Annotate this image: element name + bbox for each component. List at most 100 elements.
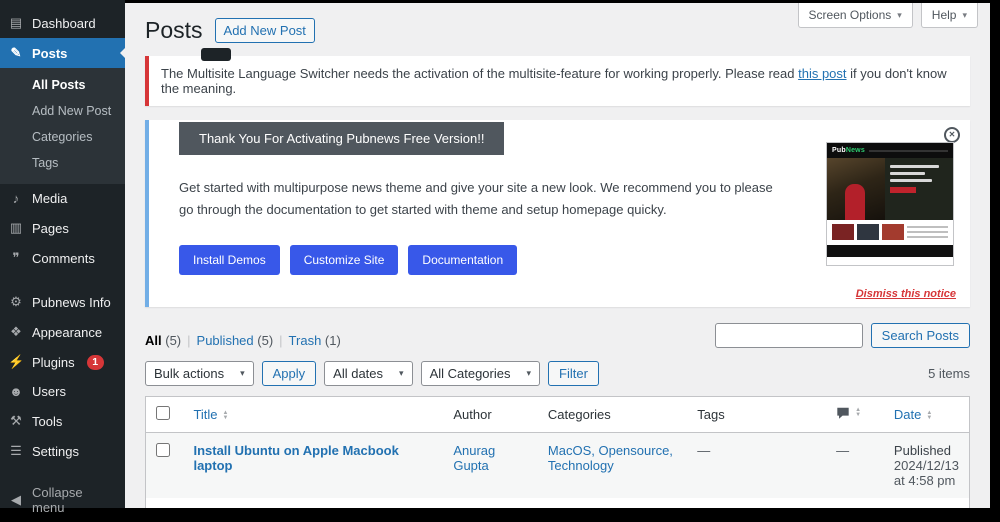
sidebar-item-label: Posts	[32, 45, 68, 61]
sidebar-item-plugins[interactable]: ⚡ Plugins 1	[0, 347, 125, 377]
filter-trash[interactable]: Trash (1)	[289, 333, 341, 348]
column-header-tags: Tags	[687, 396, 827, 434]
multisite-notice: The Multisite Language Switcher needs th…	[145, 56, 970, 106]
admin-sidebar: ▤ Dashboard ✎ Posts All Posts Add New Po…	[0, 0, 125, 515]
submenu-item-tags[interactable]: Tags	[0, 150, 125, 176]
preview-nav	[868, 149, 948, 152]
appearance-icon: ❖	[10, 324, 22, 339]
close-icon[interactable]: ✕	[944, 127, 960, 143]
page-title: Posts	[145, 17, 203, 43]
sidebar-item-settings[interactable]: ☰ Settings	[0, 436, 125, 466]
column-header-date[interactable]: Date ▲ ▼	[883, 396, 970, 434]
help-button[interactable]: Help ▾	[920, 3, 978, 28]
posts-icon: ✎	[10, 45, 22, 60]
filter-separator: |	[187, 333, 191, 349]
filter-button[interactable]: Filter	[548, 361, 599, 387]
preview-hero	[827, 158, 953, 220]
tools-icon: ⚒	[10, 413, 22, 428]
preview-thumb	[832, 224, 854, 240]
dashboard-icon: ▤	[9, 15, 23, 30]
author-link[interactable]: Anurag Gupta	[453, 443, 495, 473]
preview-thumb	[882, 224, 904, 240]
this-post-link[interactable]: this post	[798, 66, 846, 81]
bulk-actions-select[interactable]: Bulk actions ▾	[145, 361, 254, 387]
sidebar-item-comments[interactable]: ❞ Comments	[0, 243, 125, 273]
column-header-categories: Categories	[537, 396, 688, 434]
chevron-down-icon: ▾	[240, 368, 245, 379]
sidebar-item-pages[interactable]: ▥ Pages	[0, 213, 125, 243]
comment-bubble-icon	[837, 407, 849, 419]
preview-brand-logo: PubNews	[832, 147, 865, 154]
menu-separator	[0, 273, 125, 287]
submenu-item-categories[interactable]: Categories	[0, 124, 125, 150]
welcome-panel-title: Thank You For Activating Pubnews Free Ve…	[179, 122, 505, 155]
select-all-checkbox[interactable]	[156, 406, 170, 421]
chevron-down-icon: ▾	[399, 368, 404, 379]
column-header-author: Author	[443, 396, 538, 434]
filter-published[interactable]: Published (5)	[197, 333, 274, 348]
notice-text: The Multisite Language Switcher needs th…	[161, 66, 795, 81]
categories-links[interactable]: MacOS, Opensource, Technology	[548, 443, 673, 473]
settings-icon: ☰	[10, 443, 22, 458]
sidebar-item-label: Settings	[32, 443, 79, 459]
table-toolbar: Bulk actions ▾ Apply All dates ▾ All Cat…	[145, 361, 970, 387]
preview-hero-text	[885, 158, 953, 220]
all-categories-select[interactable]: All Categories ▾	[420, 361, 541, 387]
sort-indicator: ▲ ▼	[222, 409, 229, 421]
date-cell: Published 2024/12/12 at 10:27 am	[884, 498, 970, 508]
preview-footer	[827, 245, 953, 257]
filter-all[interactable]: All (5)	[145, 333, 181, 348]
comments-cell: —	[826, 498, 884, 508]
chevron-down-icon: ▾	[962, 9, 967, 20]
column-header-title[interactable]: Title ▲ ▼	[183, 396, 444, 434]
chevron-down-icon: ▾	[897, 9, 902, 20]
sidebar-item-media[interactable]: ♪ Media	[0, 184, 125, 213]
theme-preview-image: PubNews	[826, 142, 954, 266]
gear-icon: ⚙	[10, 294, 22, 309]
plugins-update-badge: 1	[86, 354, 104, 370]
filter-separator: |	[279, 333, 283, 349]
post-title-link[interactable]: Install Ubuntu on Apple Macbook laptop	[193, 443, 398, 473]
post-status-filters: All (5) | Published (5) | Trash (1)	[145, 333, 341, 348]
collapse-icon: ◀	[11, 492, 21, 507]
submenu-item-add-new-post[interactable]: Add New Post	[0, 98, 125, 124]
search-box: Search Posts	[714, 323, 970, 349]
date-cell: Published 2024/12/13 at 4:58 pm	[893, 443, 959, 489]
customize-site-button[interactable]: Customize Site	[289, 245, 399, 276]
row-checkbox[interactable]	[156, 443, 170, 458]
search-posts-button[interactable]: Search Posts	[870, 323, 970, 349]
sidebar-item-tools[interactable]: ⚒ Tools	[0, 406, 125, 436]
search-posts-input[interactable]	[714, 323, 863, 349]
user-icon: ☻	[9, 384, 23, 399]
documentation-button[interactable]: Documentation	[408, 245, 518, 276]
welcome-panel-body: Get started with multipurpose news theme…	[179, 180, 773, 218]
items-count: 5 items	[928, 366, 970, 382]
screen-options-label: Screen Options	[808, 8, 892, 22]
collapse-menu-button[interactable]: ◀ Collapse menu	[0, 478, 125, 522]
sidebar-item-pubnews-info[interactable]: ⚙ Pubnews Info	[0, 287, 125, 317]
submenu-item-all-posts[interactable]: All Posts	[0, 72, 125, 98]
sidebar-item-appearance[interactable]: ❖ Appearance	[0, 317, 125, 347]
sidebar-item-label: Users	[32, 384, 66, 399]
add-new-post-button[interactable]: Add New Post	[214, 18, 315, 43]
sidebar-item-label: Media	[32, 191, 68, 206]
apply-button[interactable]: Apply	[261, 361, 317, 387]
screen-options-button[interactable]: Screen Options ▾	[797, 3, 913, 28]
posts-submenu: All Posts Add New Post Categories Tags	[0, 68, 125, 184]
dismiss-notice-link[interactable]: Dismiss this notice	[856, 288, 956, 300]
sort-indicator: ▲ ▼	[855, 407, 862, 419]
pubnews-welcome-panel: Thank You For Activating Pubnews Free Ve…	[145, 120, 970, 308]
all-dates-select[interactable]: All dates ▾	[324, 361, 413, 387]
preview-article-text	[907, 224, 948, 241]
preview-articles	[827, 220, 953, 243]
tags-cell: —	[697, 443, 711, 459]
comments-cell: —	[836, 443, 850, 459]
sidebar-item-users[interactable]: ☻ Users	[0, 377, 125, 406]
posts-table: Title ▲ ▼ Author Categories Tags ▲ ▼ Date ▲ ▼	[145, 396, 970, 508]
sidebar-item-posts[interactable]: ✎ Posts	[0, 38, 125, 68]
install-demos-button[interactable]: Install Demos	[179, 245, 280, 276]
sidebar-item-dashboard[interactable]: ▤ Dashboard	[0, 8, 125, 38]
sidebar-item-label: Tools	[32, 413, 63, 429]
column-header-comments[interactable]: ▲ ▼	[826, 396, 884, 434]
sidebar-item-label: Appearance	[32, 324, 103, 340]
